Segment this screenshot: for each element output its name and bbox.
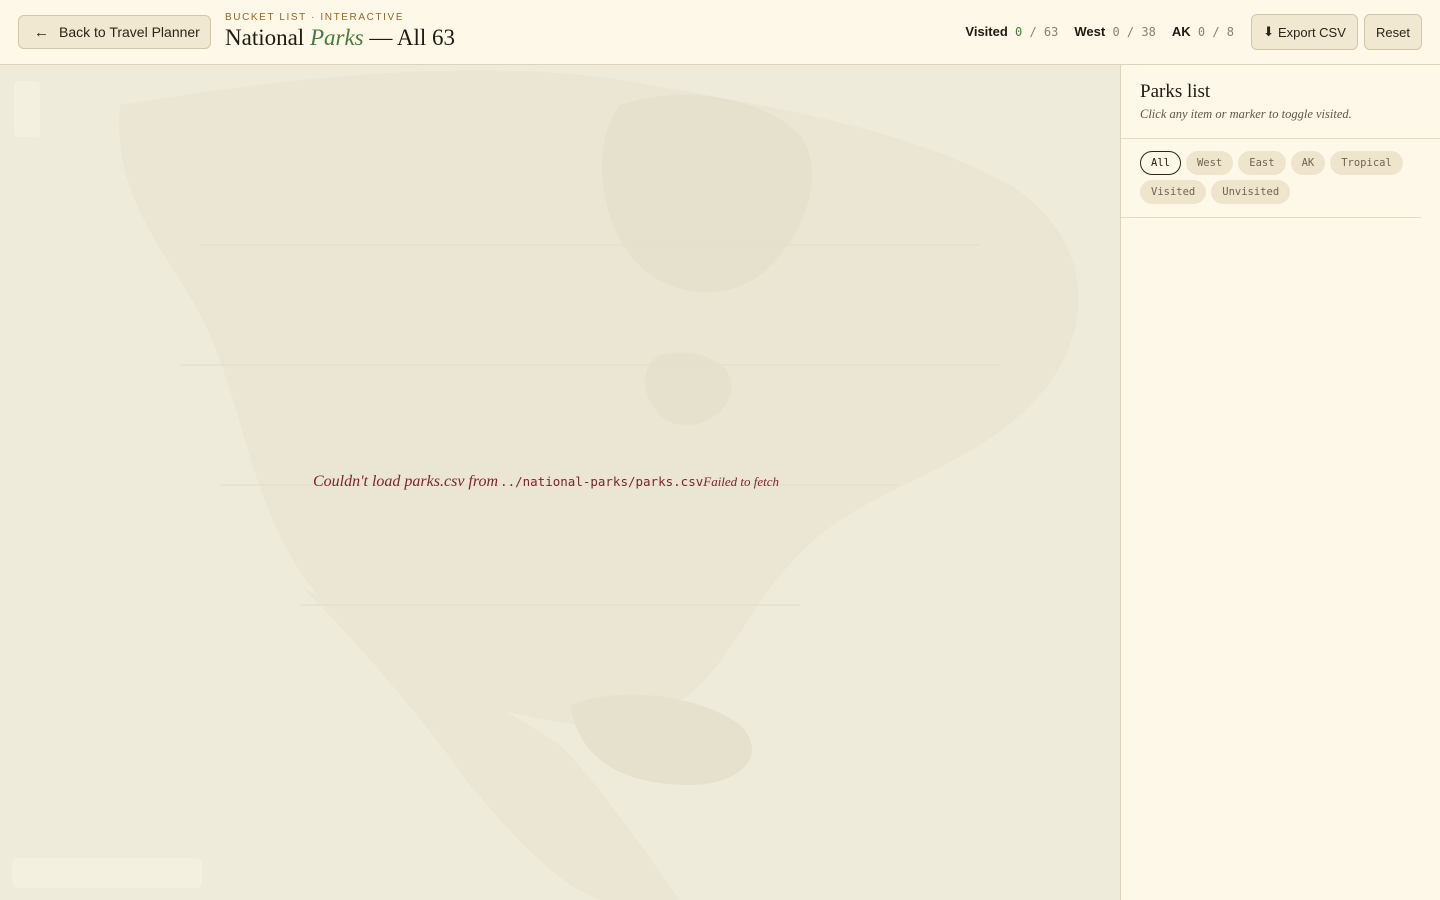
map-attribution: [12, 858, 202, 888]
sidebar-header: Parks list Click any item or marker to t…: [1121, 65, 1440, 139]
back-button-label: Back to Travel Planner: [59, 24, 200, 40]
page-title-prefix: National: [225, 25, 310, 50]
sidebar-subtitle: Click any item or marker to toggle visit…: [1140, 107, 1352, 121]
stat-visited: Visited 0 / 63: [965, 24, 1059, 39]
load-error-message: Couldn't load parks.csv from ../national…: [313, 473, 779, 491]
error-path: ../national-parks/parks.csv: [500, 474, 704, 489]
zoom-controls[interactable]: [14, 81, 40, 137]
filter-chips: All West East AK Tropical Visited Unvisi…: [1121, 139, 1421, 218]
top-bar: ← Back to Travel Planner Bucket list · I…: [0, 0, 1440, 65]
page-title: National Parks — All 63: [225, 25, 455, 51]
export-csv-button[interactable]: ⬇ Export CSV: [1251, 14, 1358, 50]
eyebrow-label: Bucket list · Interactive: [225, 12, 405, 23]
filter-chip-unvisited[interactable]: Unvisited: [1211, 180, 1291, 204]
filter-chip-east[interactable]: East: [1238, 151, 1286, 175]
arrow-left-icon: ←: [34, 23, 49, 41]
stat-west: West 0 / 38: [1074, 24, 1156, 39]
error-prefix: Couldn't load parks.csv from: [313, 473, 499, 490]
filter-chip-all[interactable]: All: [1140, 151, 1181, 175]
reset-button[interactable]: Reset: [1364, 14, 1422, 50]
sidebar-title: Parks list: [1140, 81, 1211, 102]
page-title-suffix: — All 63: [363, 25, 455, 50]
page-title-accent: Parks: [309, 25, 364, 50]
export-csv-label: Export CSV: [1277, 24, 1346, 40]
map-canvas[interactable]: Couldn't load parks.csv from ../national…: [0, 65, 1120, 900]
download-icon: ⬇: [1263, 24, 1274, 39]
filter-chip-west[interactable]: West: [1185, 151, 1234, 175]
error-detail: Failed to fetch: [703, 474, 780, 489]
progress-stats: Visited 0 / 63 West 0 / 38 AK 0 / 8: [965, 24, 1234, 39]
filter-chip-visited[interactable]: Visited: [1140, 180, 1207, 204]
back-to-travel-planner-button[interactable]: ← Back to Travel Planner: [18, 15, 211, 49]
parks-sidebar: Parks list Click any item or marker to t…: [1120, 65, 1440, 900]
stat-ak: AK 0 / 8: [1171, 24, 1234, 39]
filter-chip-tropical[interactable]: Tropical: [1330, 151, 1403, 175]
filter-chip-ak[interactable]: AK: [1290, 151, 1326, 175]
